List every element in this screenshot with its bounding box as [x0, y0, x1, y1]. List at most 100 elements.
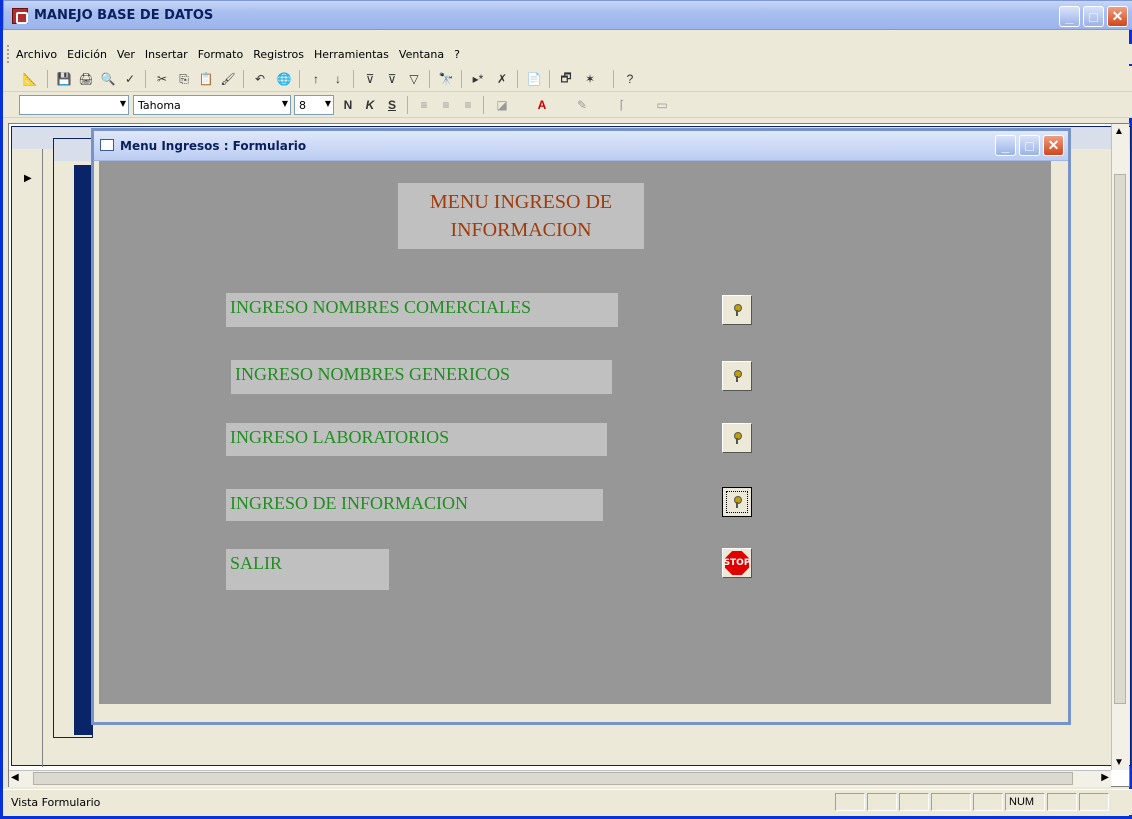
align-right-icon[interactable]: ≡ [459, 96, 477, 114]
special-effect-icon[interactable]: ▭ [653, 96, 671, 114]
nombres-genericos-button[interactable] [722, 361, 752, 391]
apply-filter-icon[interactable]: ▽ [405, 70, 423, 88]
font-combo[interactable]: Tahoma ▼ [133, 95, 291, 115]
new-object-icon[interactable]: ✶ [581, 70, 599, 88]
menu-archivo[interactable]: Archivo [11, 48, 62, 61]
minimize-icon: _ [1065, 8, 1074, 25]
status-indicator [867, 793, 897, 811]
view-icon[interactable]: 📐 [21, 70, 39, 88]
nombres-comerciales-button[interactable] [722, 295, 752, 325]
menu-ventana[interactable]: Ventana [394, 48, 449, 61]
font-size-value: 8 [299, 99, 306, 112]
label-ingreso-informacion: INGRESO DE INFORMACION [226, 489, 603, 521]
close-icon: ✕ [1047, 137, 1060, 153]
undo-icon[interactable]: ↶ [251, 70, 269, 88]
form-minimize-button[interactable]: _ [995, 135, 1016, 156]
toolbar-separator [243, 70, 244, 88]
laboratorios-button[interactable] [722, 423, 752, 453]
scroll-down-icon[interactable]: ▼ [1114, 757, 1124, 768]
paste-icon[interactable]: 📋 [197, 70, 215, 88]
copy-icon[interactable]: ⎘ [175, 70, 193, 88]
horizontal-scroll-thumb[interactable] [33, 772, 1073, 785]
form-titlebar[interactable]: Menu Ingresos : Formulario _ □ ✕ [94, 131, 1068, 161]
scroll-left-icon[interactable]: ◀ [11, 772, 19, 783]
help-icon[interactable]: ? [621, 70, 639, 88]
form-view-toolbar: 📐 💾 🖨 🔍 ✓ ✂ ⎘ 📋 🖌 ↶ 🌐 ↑ ↓ ⊽ ⊽ ▽ 🔭 ▸* ✗ 📄… [3, 66, 1132, 92]
scroll-right-icon[interactable]: ▶ [1101, 772, 1109, 783]
toolbar-separator [47, 70, 48, 88]
salir-button[interactable]: STOP [722, 548, 752, 578]
font-combo-value: Tahoma [138, 99, 181, 112]
line-color-icon[interactable]: ✎ [573, 96, 591, 114]
format-painter-icon[interactable]: 🖌 [219, 70, 237, 88]
toolbar-separator [483, 96, 484, 114]
toolbar-separator [145, 70, 146, 88]
filter-by-selection-icon[interactable]: ⊽ [361, 70, 379, 88]
toolbar-separator [517, 70, 518, 88]
bold-button[interactable]: N [339, 96, 357, 114]
form-heading: MENU INGRESO DE INFORMACION [398, 183, 644, 249]
toolbar-separator [549, 70, 550, 88]
menu-ver[interactable]: Ver [112, 48, 140, 61]
font-color-icon[interactable]: A [533, 96, 551, 114]
save-icon[interactable]: 💾 [55, 70, 73, 88]
line-width-icon[interactable]: ⌈ [613, 96, 631, 114]
align-center-icon[interactable]: ≡ [437, 96, 455, 114]
status-indicator [1047, 793, 1077, 811]
vertical-scrollbar[interactable]: ▲ ▼ [1111, 124, 1129, 770]
status-indicator [931, 793, 971, 811]
spelling-icon[interactable]: ✓ [121, 70, 139, 88]
print-preview-icon[interactable]: 🔍 [99, 70, 117, 88]
key-icon [733, 370, 742, 382]
ingreso-informacion-button[interactable] [722, 487, 752, 517]
status-indicator [835, 793, 865, 811]
app-title: MANEJO BASE DE DATOS [34, 8, 214, 23]
new-record-icon[interactable]: ▸* [469, 70, 487, 88]
background-form-titlebar[interactable] [54, 139, 92, 161]
status-indicator [973, 793, 1003, 811]
scroll-up-icon[interactable]: ▲ [1114, 126, 1124, 137]
toolbar-separator [299, 70, 300, 88]
filter-by-form-icon[interactable]: ⊽ [383, 70, 401, 88]
access-app-icon[interactable] [12, 8, 28, 24]
menu-insertar[interactable]: Insertar [140, 48, 193, 61]
menu-formato[interactable]: Formato [193, 48, 249, 61]
key-icon [733, 496, 742, 508]
menu-ingresos-form-window[interactable]: Menu Ingresos : Formulario _ □ ✕ MENU IN… [91, 128, 1071, 725]
menu-help[interactable]: ? [449, 48, 465, 61]
key-icon [733, 304, 742, 316]
maximize-button[interactable]: □ [1083, 6, 1104, 27]
horizontal-scrollbar[interactable]: ◀ ▶ [9, 770, 1111, 787]
key-icon [733, 432, 742, 444]
menu-edicion[interactable]: Edición [62, 48, 112, 61]
status-indicator [1079, 793, 1109, 811]
menu-herramientas[interactable]: Herramientas [309, 48, 394, 61]
delete-record-icon[interactable]: ✗ [493, 70, 511, 88]
form-close-button[interactable]: ✕ [1043, 135, 1064, 156]
find-icon[interactable]: 🔭 [437, 70, 455, 88]
hyperlink-icon[interactable]: 🌐 [275, 70, 293, 88]
form-maximize-button[interactable]: □ [1019, 135, 1040, 156]
background-form-window[interactable] [53, 138, 93, 738]
close-button[interactable]: ✕ [1107, 6, 1128, 27]
menu-registros[interactable]: Registros [248, 48, 309, 61]
minimize-button[interactable]: _ [1059, 6, 1080, 27]
close-icon: ✕ [1111, 8, 1124, 24]
form-detail-section: MENU INGRESO DE INFORMACION INGRESO NOMB… [99, 161, 1051, 704]
underline-button[interactable]: S [383, 96, 401, 114]
sort-ascending-icon[interactable]: ↑ [307, 70, 325, 88]
align-left-icon[interactable]: ≡ [415, 96, 433, 114]
vertical-scroll-thumb[interactable] [1114, 174, 1126, 704]
sort-descending-icon[interactable]: ↓ [329, 70, 347, 88]
cut-icon[interactable]: ✂ [153, 70, 171, 88]
app-titlebar[interactable]: MANEJO BASE DE DATOS _ □ ✕ [3, 0, 1132, 30]
object-combo[interactable]: ▼ [19, 95, 129, 115]
database-window-icon[interactable]: 🗗 [557, 70, 575, 88]
fill-color-icon[interactable]: ◪ [493, 96, 511, 114]
properties-icon[interactable]: 📄 [525, 70, 543, 88]
print-icon[interactable]: 🖨 [77, 70, 95, 88]
italic-button[interactable]: K [361, 96, 379, 114]
form-bottom-border [99, 704, 1068, 722]
menu-grip[interactable] [7, 45, 10, 63]
font-size-combo[interactable]: 8 ▼ [294, 95, 334, 115]
